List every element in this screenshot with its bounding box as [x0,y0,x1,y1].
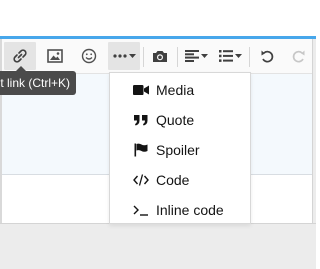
undo-button[interactable] [253,42,281,70]
insert-photo-button[interactable] [146,42,174,70]
menu-item-label: Inline code [156,202,224,218]
terminal-icon [132,202,150,218]
list-button[interactable] [214,42,246,70]
camera-icon [152,49,168,63]
menu-item-code[interactable]: Code [110,165,250,195]
align-icon [184,50,199,62]
menu-item-spoiler[interactable]: Spoiler [110,135,250,165]
more-icon [112,54,127,58]
video-camera-icon [132,82,150,98]
menu-item-label: Media [156,82,195,98]
image-icon [47,49,63,63]
align-button[interactable] [180,42,212,70]
code-icon [132,172,150,188]
menu-item-quote[interactable]: Quote [110,105,250,135]
editor-right-border [312,39,316,223]
chevron-down-icon [234,54,242,58]
quote-icon [132,112,150,128]
editor-toolbar [0,39,316,74]
redo-button[interactable] [285,42,313,70]
smilies-button[interactable] [74,42,104,70]
editor-left-border [0,39,2,223]
smiley-icon [81,48,97,64]
chevron-down-icon [200,54,208,58]
editor-footer [0,223,316,269]
insert-more-menu: Media Quote Spoiler Code Inline code [109,72,251,224]
insert-image-button[interactable] [40,42,70,70]
toolbar-separator [177,47,178,67]
chevron-down-icon [128,54,136,58]
undo-icon [260,49,274,63]
menu-item-inline-code[interactable]: Inline code [110,195,250,225]
redo-icon [292,49,306,63]
menu-item-media[interactable]: Media [110,75,250,105]
list-icon [218,50,233,62]
menu-item-label: Quote [156,112,195,128]
toolbar-separator [143,47,144,67]
flag-icon [132,142,150,158]
menu-item-label: Spoiler [156,142,200,158]
link-icon [12,48,28,64]
tooltip-text: t link (Ctrl+K) [0,76,70,90]
menu-item-label: Code [156,172,190,188]
link-tooltip: t link (Ctrl+K) [0,71,76,95]
toolbar-separator [249,47,250,67]
insert-more-button[interactable] [108,42,140,70]
